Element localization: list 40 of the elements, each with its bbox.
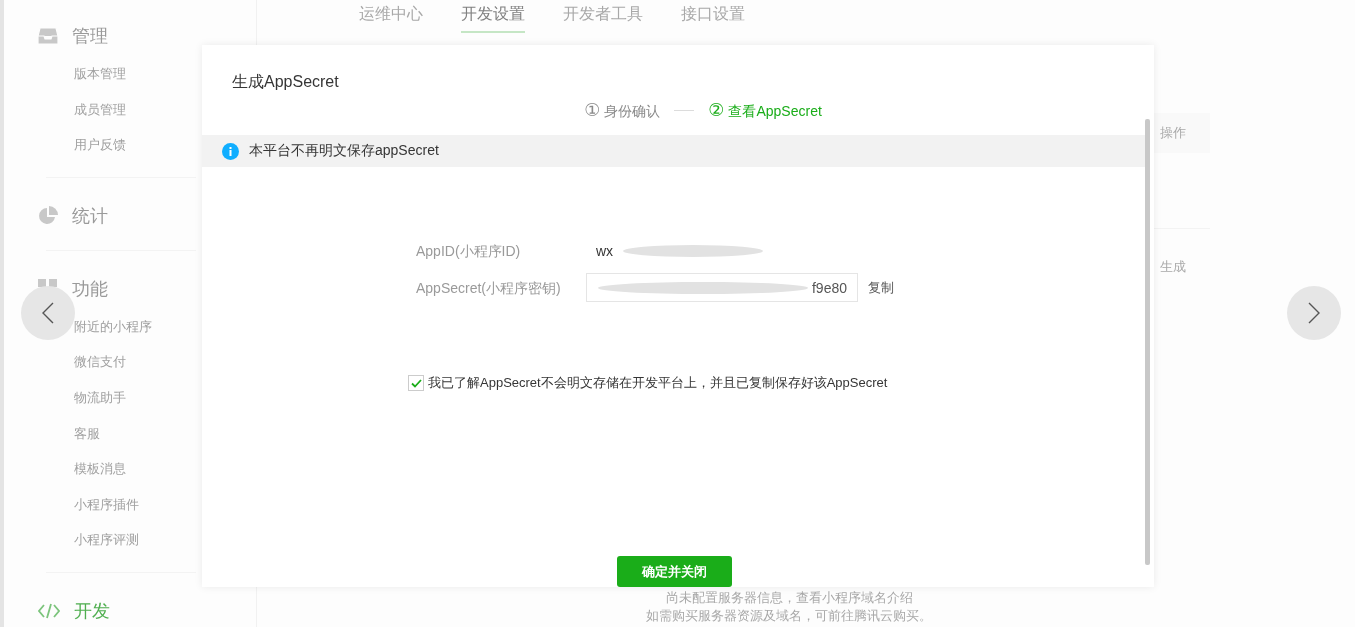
sidebar-item[interactable]: 用户反馈: [74, 127, 126, 163]
sidebar-item[interactable]: 版本管理: [74, 56, 126, 92]
group-title[interactable]: 管理: [72, 24, 108, 48]
group-title[interactable]: 功能: [72, 276, 108, 301]
confirm-close-button[interactable]: 确定并关闭: [617, 556, 732, 587]
agreement-label: 我已了解AppSecret不会明文存储在开发平台上，并且已复制保存好该AppSecret: [428, 374, 888, 392]
copy-link[interactable]: 复制: [868, 278, 894, 297]
group-title[interactable]: 开发: [74, 598, 110, 623]
code-icon: [38, 602, 60, 619]
field-label: AppID(小程序ID): [416, 242, 522, 261]
chevron-left-icon: [42, 302, 54, 324]
step-label: ② 查看AppSecret: [708, 99, 822, 121]
pie-chart-icon: [38, 205, 58, 226]
checkbox[interactable]: [408, 375, 424, 391]
hint-text: 如需购买服务器资源及域名，可前往腾讯云购买。: [646, 607, 932, 625]
sidebar-item[interactable]: 模板消息: [74, 451, 126, 487]
dialog-title: 生成AppSecret: [232, 72, 340, 92]
app-id-value: wx: [596, 243, 614, 259]
tab[interactable]: 开发设置: [461, 0, 525, 33]
tab[interactable]: 开发者工具: [563, 0, 643, 33]
sidebar-item[interactable]: 小程序评测: [74, 522, 139, 558]
next-button[interactable]: [1287, 286, 1341, 340]
tab[interactable]: 运维中心: [359, 0, 423, 33]
sidebar-item[interactable]: 小程序插件: [74, 486, 139, 523]
notice-text: 本平台不再明文保存appSecret: [249, 142, 439, 160]
chevron-right-icon: [1308, 302, 1320, 324]
secret-field[interactable]: f9e80: [586, 273, 858, 302]
group-title[interactable]: 统计: [72, 203, 108, 228]
tab[interactable]: 接口设置: [681, 0, 745, 33]
sidebar-item[interactable]: 成员管理: [74, 91, 126, 128]
inbox-icon: [38, 27, 58, 45]
hint-text: 尚未配置服务器信息，查看小程序域名介绍: [665, 589, 913, 607]
sidebar-item[interactable]: 附近的小程序: [74, 308, 152, 345]
sidebar-item[interactable]: 客服: [74, 415, 100, 452]
step-label: ① 身份确认: [584, 99, 661, 121]
scrollbar[interactable]: [1145, 119, 1150, 565]
info-icon: [222, 142, 239, 160]
sidebar-item[interactable]: 物流助手: [74, 379, 126, 416]
field-label: AppSecret(小程序密钥): [416, 278, 562, 298]
sidebar-item[interactable]: 微信支付: [74, 344, 126, 380]
